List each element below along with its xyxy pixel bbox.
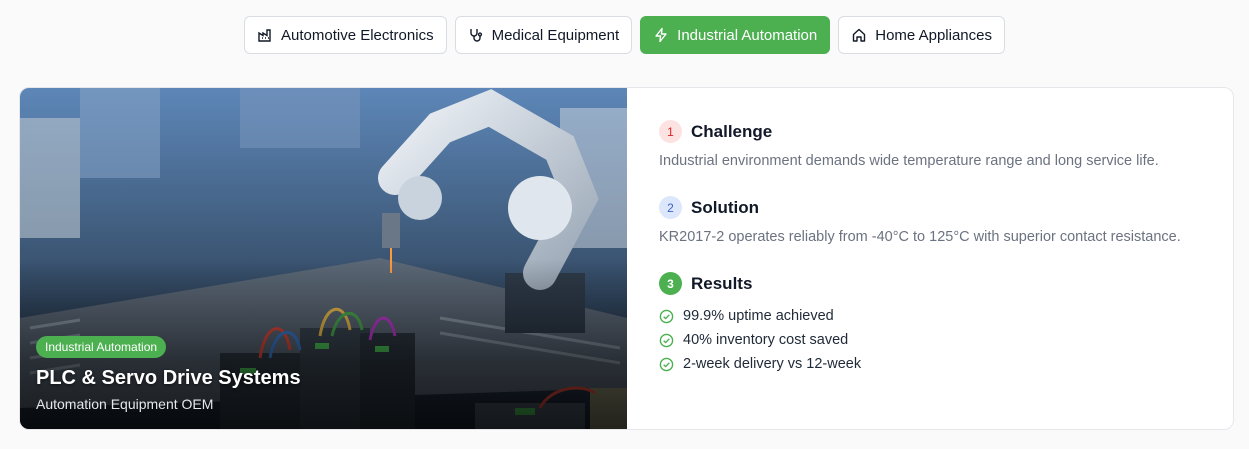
step-number-badge: 3 (659, 272, 682, 295)
results-heading: 3 Results (659, 272, 752, 295)
result-text: 99.9% uptime achieved (683, 308, 834, 324)
check-circle-icon (659, 333, 674, 347)
case-image-panel: Industrial Automation PLC & Servo Drive … (20, 88, 627, 429)
step-number-badge: 1 (659, 120, 682, 143)
tab-automotive-electronics[interactable]: Automotive Electronics (244, 16, 447, 54)
results-list: 99.9% uptime achieved 40% inventory cost… (659, 304, 861, 376)
tab-label: Automotive Electronics (281, 26, 434, 44)
factory-icon (258, 29, 271, 42)
result-item: 40% inventory cost saved (659, 328, 861, 352)
case-study-card: Industrial Automation PLC & Servo Drive … (19, 87, 1234, 430)
case-details: 1 Challenge Industrial environment deman… (627, 88, 1233, 429)
check-circle-icon (659, 357, 674, 371)
tab-label: Industrial Automation (677, 26, 818, 44)
result-text: 2-week delivery vs 12-week (683, 356, 862, 372)
step-title: Challenge (691, 121, 773, 141)
result-item: 99.9% uptime achieved (659, 304, 861, 328)
tab-label: Medical Equipment (491, 26, 620, 44)
solution-heading: 2 Solution (659, 196, 759, 219)
result-text: 40% inventory cost saved (683, 332, 849, 348)
challenge-text: Industrial environment demands wide temp… (659, 153, 1159, 169)
stethoscope-icon (469, 29, 482, 42)
challenge-heading: 1 Challenge (659, 120, 772, 143)
case-subtitle: Automation Equipment OEM (36, 396, 214, 412)
solution-text: KR2017-2 operates reliably from -40°C to… (659, 229, 1181, 245)
industry-badge: Industrial Automation (36, 336, 167, 358)
tab-medical-equipment[interactable]: Medical Equipment (454, 16, 633, 54)
tab-label: Home Appliances (875, 26, 992, 44)
step-number-badge: 2 (659, 196, 682, 219)
home-icon (853, 28, 866, 42)
industry-tabs: Automotive Electronics Medical Equipment… (0, 16, 1249, 54)
tab-industrial-automation[interactable]: Industrial Automation (640, 16, 831, 54)
step-title: Solution (691, 197, 759, 217)
tab-home-appliances[interactable]: Home Appliances (838, 16, 1005, 54)
case-title: PLC & Servo Drive Systems (36, 367, 301, 389)
result-item: 2-week delivery vs 12-week (659, 352, 861, 376)
lightning-icon (655, 27, 667, 43)
step-title: Results (691, 273, 753, 293)
check-circle-icon (659, 309, 674, 323)
